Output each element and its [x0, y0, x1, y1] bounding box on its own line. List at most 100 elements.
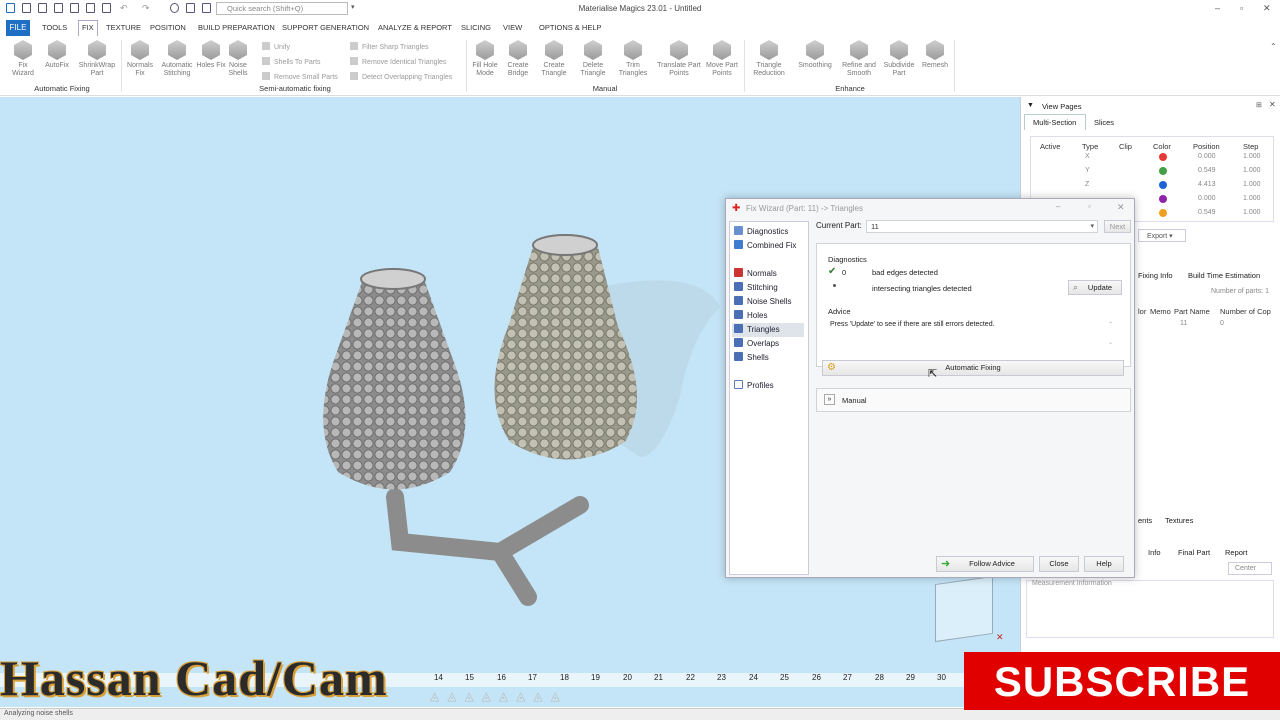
maximize-icon[interactable]: ▫ [1240, 3, 1243, 13]
row-step[interactable]: 1.000 [1243, 153, 1261, 160]
color-swatch[interactable] [1159, 167, 1167, 175]
tab-report[interactable]: Report [1225, 548, 1248, 557]
tab-fix[interactable]: FIX [82, 23, 94, 32]
panel-pin-icon[interactable]: ⊞ [1256, 101, 1262, 109]
nav-shells[interactable]: Shells [734, 352, 769, 364]
tab-texture[interactable]: TEXTURE [106, 23, 141, 32]
row-position[interactable]: 0.000 [1198, 153, 1216, 160]
center-dropdown[interactable]: Center [1228, 562, 1272, 575]
fix-wizard-button[interactable]: Fix Wizard [8, 40, 38, 78]
panel-close-icon[interactable]: ✕ [1269, 100, 1276, 109]
tab-fixing-info[interactable]: Fixing Info [1138, 271, 1173, 280]
panel-collapse-icon[interactable]: ▼ [1027, 102, 1034, 109]
remove-small-parts-button[interactable]: Remove Small Parts [262, 72, 338, 81]
row-step[interactable]: 1.000 [1243, 167, 1261, 174]
trim-triangles-button[interactable]: Trim Triangles [618, 40, 648, 78]
expand-chevron-icon[interactable]: » [824, 394, 835, 405]
color-swatch[interactable] [1159, 153, 1167, 161]
update-button[interactable]: ⌕ Update [1068, 280, 1122, 295]
nav-combined-fix[interactable]: Combined Fix [734, 240, 796, 252]
autofix-button[interactable]: AutoFix [42, 40, 72, 70]
shells-to-parts-button[interactable]: Shells To Parts [262, 57, 321, 66]
delete-triangle-button[interactable]: Delete Triangle [578, 40, 608, 78]
unify-button[interactable]: Unify [262, 42, 290, 51]
row-position[interactable]: 0.000 [1198, 195, 1216, 202]
view-cube[interactable] [935, 575, 993, 643]
color-swatch[interactable] [1159, 209, 1167, 217]
nav-holes[interactable]: Holes [734, 310, 767, 322]
fill-hole-mode-button[interactable]: Fill Hole Mode [470, 40, 500, 78]
tab-build-preparation[interactable]: BUILD PREPARATION [198, 23, 275, 32]
nav-diagnostics[interactable]: Diagnostics [734, 226, 788, 238]
nav-overlaps[interactable]: Overlaps [734, 338, 779, 350]
tab-view[interactable]: VIEW [503, 23, 522, 32]
axis-close-icon[interactable]: ✕ [996, 632, 1004, 643]
row-step[interactable]: 1.000 [1243, 181, 1261, 188]
nav-noise-shells[interactable]: Noise Shells [734, 296, 791, 308]
minimize-icon[interactable]: – [1215, 3, 1220, 13]
row-type[interactable]: Y [1085, 167, 1090, 174]
export-dropdown[interactable]: Export ▾ [1138, 229, 1186, 242]
refine-smooth-button[interactable]: Refine and Smooth [838, 40, 880, 78]
remove-identical-triangles-button[interactable]: Remove Identical Triangles [350, 57, 446, 66]
move-part-points-button[interactable]: Move Part Points [704, 40, 740, 78]
create-triangle-button[interactable]: Create Triangle [539, 40, 569, 78]
color-swatch[interactable] [1159, 195, 1167, 203]
help-button[interactable]: Help [1084, 556, 1124, 572]
tab-tools[interactable]: TOOLS [42, 23, 67, 32]
nav-profiles[interactable]: Profiles [734, 380, 774, 392]
tab-textures[interactable]: Textures [1165, 516, 1193, 525]
follow-advice-button[interactable]: ➜ Follow Advice [936, 556, 1034, 572]
tab-multi-section[interactable]: Multi-Section [1024, 114, 1086, 130]
tab-build-time-estimation[interactable]: Build Time Estimation [1188, 271, 1260, 280]
nav-stitching[interactable]: Stitching [734, 282, 778, 294]
tab-position[interactable]: POSITION [150, 23, 186, 32]
nav-normals[interactable]: Normals [734, 268, 777, 280]
tab-elements[interactable]: ents [1138, 516, 1152, 525]
row-step[interactable]: 1.000 [1243, 195, 1261, 202]
dialog-maximize-icon[interactable]: ▫ [1088, 202, 1091, 211]
remesh-button[interactable]: Remesh [920, 40, 950, 70]
tab-slicing[interactable]: SLICING [461, 23, 491, 32]
tab-info[interactable]: Info [1148, 548, 1161, 557]
dialog-close-icon[interactable]: ✕ [1117, 202, 1125, 213]
tab-file[interactable]: FILE [6, 20, 30, 36]
translate-part-points-button[interactable]: Translate Part Points [655, 40, 703, 78]
scroll-down-icon[interactable]: ⌄ [1108, 339, 1113, 346]
view-toolbar-icons[interactable]: ◬◬◬◬◬◬◬◬ [430, 689, 620, 705]
ribbon-collapse-icon[interactable]: ⌃ [1270, 42, 1277, 51]
automatic-stitching-button[interactable]: Automatic Stitching [158, 40, 196, 78]
automatic-fixing-button[interactable]: ⚙ Automatic Fixing [822, 360, 1124, 376]
tab-final-part[interactable]: Final Part [1178, 548, 1210, 557]
detect-overlapping-triangles-button[interactable]: Detect Overlapping Triangles [350, 72, 452, 81]
nav-triangles[interactable]: Triangles [732, 323, 804, 337]
row-type[interactable]: Z [1085, 181, 1089, 188]
filter-sharp-triangles-button[interactable]: Filter Sharp Triangles [350, 42, 429, 51]
shrinkwrap-button[interactable]: ShrinkWrap Part [78, 40, 116, 78]
next-button[interactable]: Next [1104, 220, 1131, 233]
smoothing-button[interactable]: Smoothing [795, 40, 835, 70]
tab-support-generation[interactable]: SUPPORT GENERATION [282, 23, 369, 32]
tab-options-help[interactable]: OPTIONS & HELP [539, 23, 602, 32]
tab-slices[interactable]: Slices [1094, 118, 1114, 127]
normals-fix-button[interactable]: Normals Fix [125, 40, 155, 78]
tab-analyze-report[interactable]: ANALYZE & REPORT [378, 23, 452, 32]
row-position[interactable]: 0.549 [1198, 167, 1216, 174]
holes-fix-button[interactable]: Holes Fix [196, 40, 226, 70]
noise-shells-button[interactable]: Noise Shells [223, 40, 253, 78]
row-step[interactable]: 1.000 [1243, 209, 1261, 216]
copies-cell[interactable]: 0 [1220, 320, 1224, 327]
close-button[interactable]: Close [1039, 556, 1079, 572]
row-type[interactable]: X [1085, 153, 1090, 160]
subdivide-part-button[interactable]: Subdivide Part [880, 40, 918, 78]
scroll-up-icon[interactable]: ⌃ [1108, 321, 1113, 328]
close-icon[interactable]: ✕ [1263, 3, 1271, 14]
triangle-reduction-button[interactable]: Triangle Reduction [750, 40, 788, 78]
row-position[interactable]: 4.413 [1198, 181, 1216, 188]
row-position[interactable]: 0.549 [1198, 209, 1216, 216]
dialog-minimize-icon[interactable]: – [1056, 202, 1060, 211]
current-part-select[interactable]: 11 ▾ [866, 220, 1098, 233]
part-name-cell[interactable]: 11 [1180, 320, 1187, 327]
create-bridge-button[interactable]: Create Bridge [503, 40, 533, 78]
color-swatch[interactable] [1159, 181, 1167, 189]
